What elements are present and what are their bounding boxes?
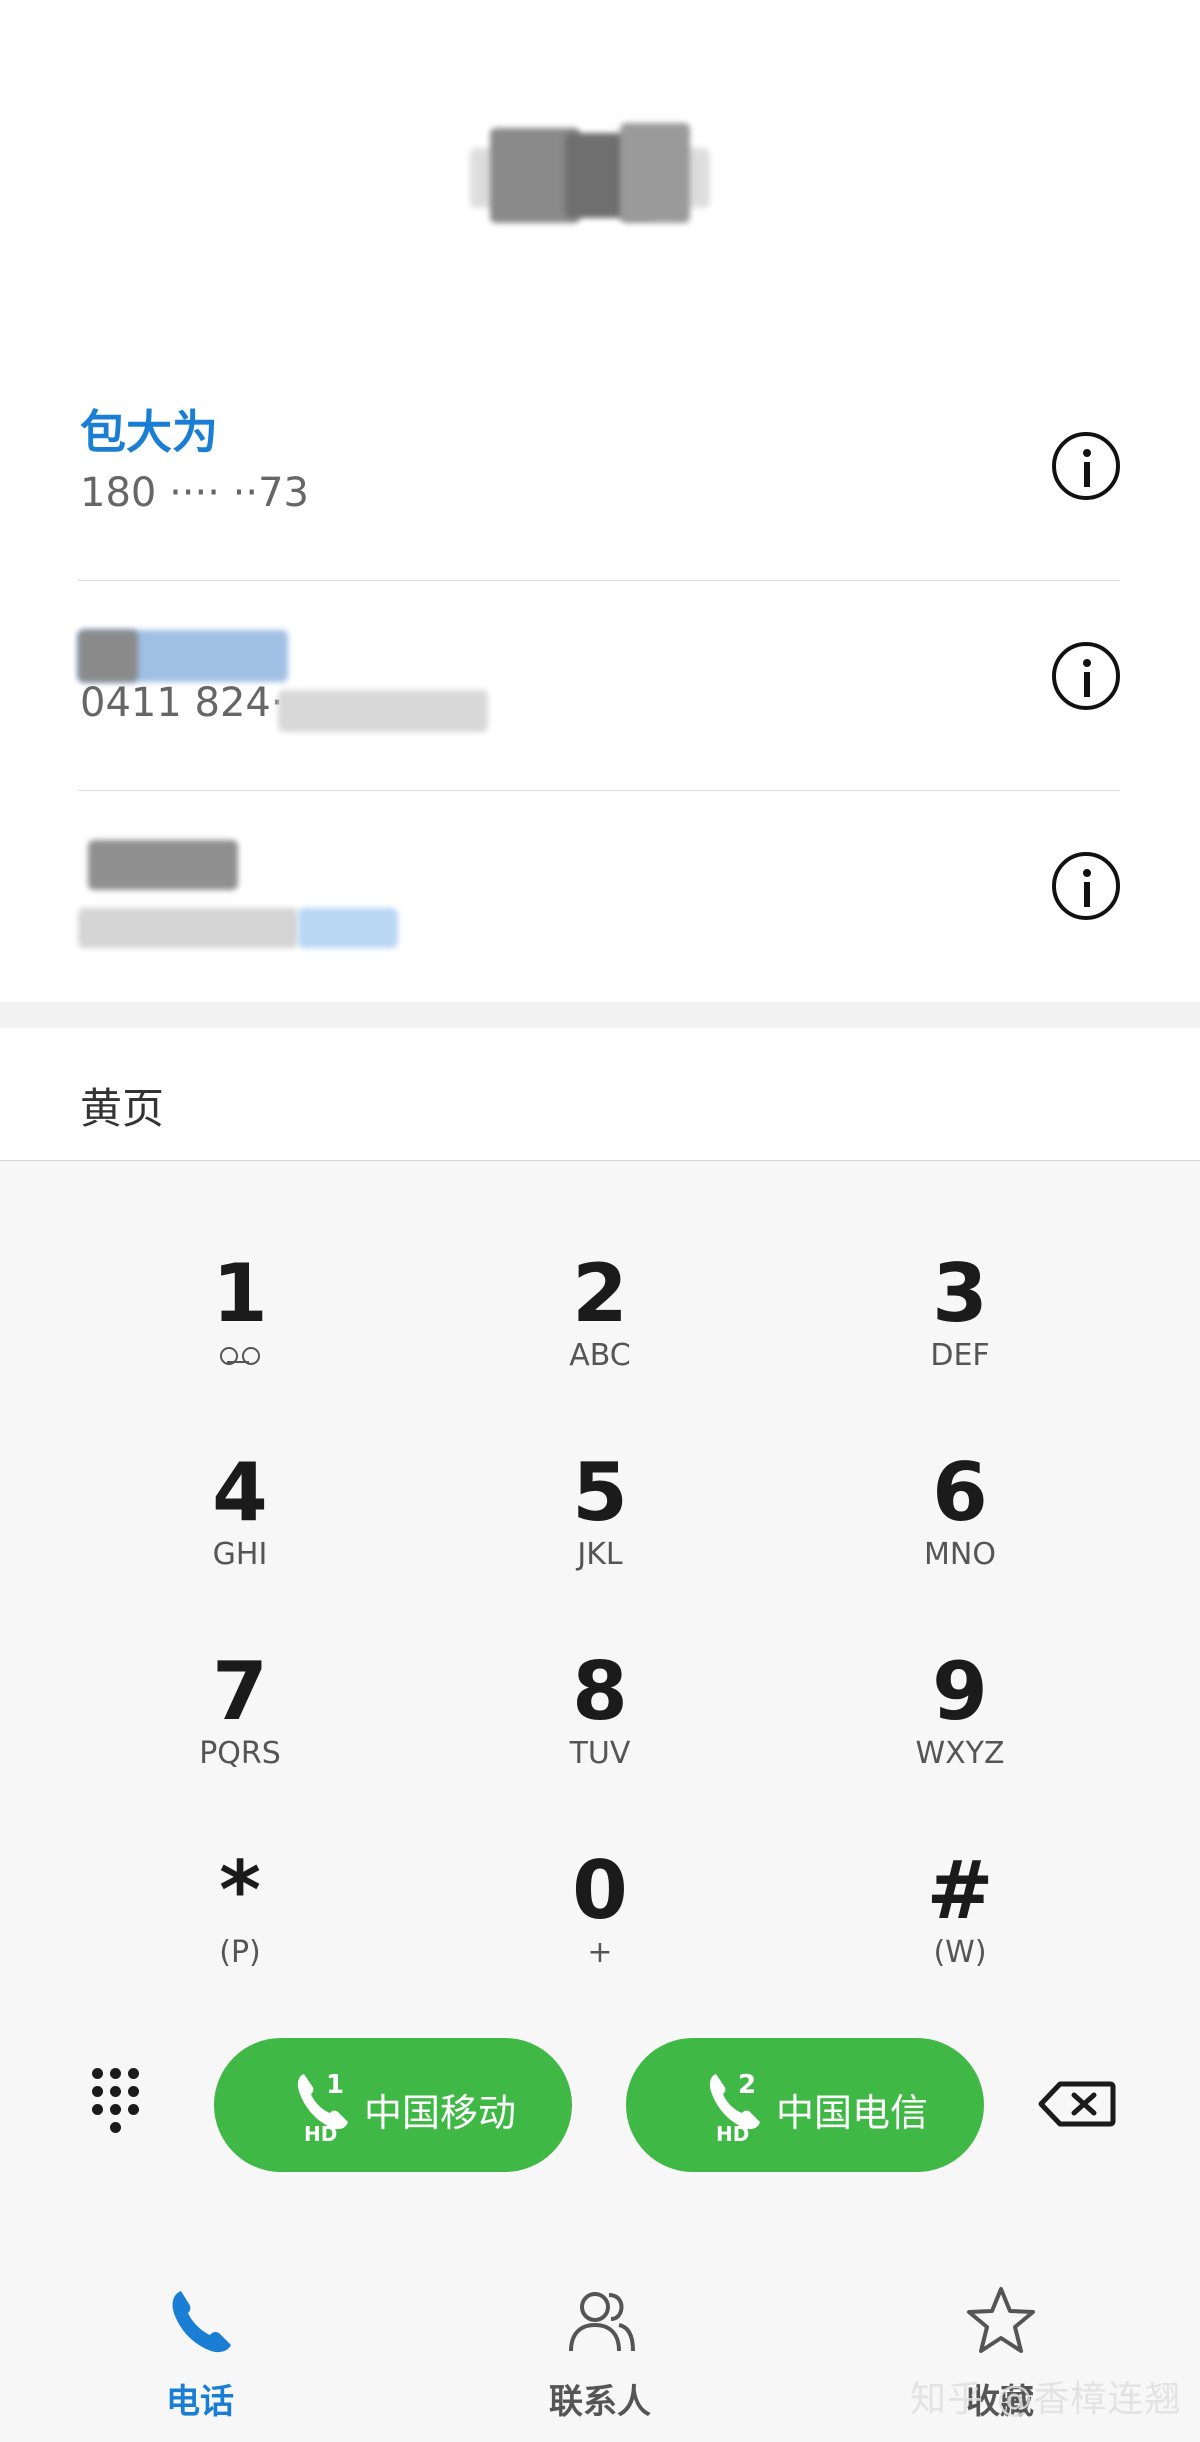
key-digit: 3 [932, 1247, 988, 1340]
section-divider [0, 1002, 1200, 1028]
key-letters: MNO [924, 1537, 996, 1572]
key-hash[interactable]: # (W) [780, 1825, 1140, 2015]
key-digit: 4 [212, 1446, 268, 1539]
key-0[interactable]: 0 + [420, 1825, 780, 2015]
key-digit: 0 [572, 1844, 628, 1937]
key-digit: # [926, 1844, 994, 1937]
nav-label: 联系人 [549, 2382, 651, 2422]
key-letters: DEF [930, 1338, 990, 1373]
contact-suggestion[interactable]: 0411 824· ···· [78, 580, 1120, 791]
carrier-label: 中国移动 [364, 2091, 517, 2135]
key-5[interactable]: 5 JKL [420, 1427, 780, 1617]
key-letters: JKL [577, 1537, 623, 1572]
key-letters: + [587, 1935, 613, 1970]
star-icon [967, 2287, 1035, 2353]
sim-number: 2 [738, 2070, 757, 2100]
watermark: 知乎 @香樟连翘 [910, 2379, 1182, 2420]
dialed-number-display [470, 118, 710, 228]
nav-label: 电话 [166, 2382, 234, 2422]
key-digit: 2 [572, 1247, 628, 1340]
key-3[interactable]: 3 DEF [780, 1228, 1140, 1418]
key-letters: WXYZ [915, 1736, 1005, 1771]
key-8[interactable]: 8 TUV [420, 1626, 780, 1816]
key-1[interactable]: 1 [60, 1228, 420, 1418]
sim-number: 1 [326, 2070, 345, 2100]
key-digit: 7 [212, 1645, 268, 1738]
contacts-icon [569, 2292, 635, 2352]
contact-number: 180 ···· ··73 [80, 470, 309, 516]
backspace-icon[interactable] [1038, 2080, 1116, 2128]
key-digit: 9 [932, 1645, 988, 1738]
nav-contacts-tab[interactable]: 联系人 [480, 2280, 720, 2422]
redacted-number [78, 908, 298, 948]
key-digit: * [219, 1844, 261, 1937]
hd-badge: HD [304, 2122, 338, 2146]
contact-suggestion[interactable]: 包大为 180 ···· ··73 [78, 370, 1120, 581]
contact-suggestion[interactable] [78, 790, 1120, 1000]
hd-badge: HD [716, 2122, 750, 2146]
key-letters: TUV [569, 1736, 631, 1771]
carrier-label: 中国电信 [776, 2091, 929, 2135]
contact-name: 包大为 [80, 405, 218, 459]
key-6[interactable]: 6 MNO [780, 1427, 1140, 1617]
key-letters: GHI [212, 1537, 268, 1572]
key-digit: 6 [932, 1446, 988, 1539]
phone-icon [172, 2291, 231, 2353]
key-digit: 8 [572, 1645, 628, 1738]
key-digit: 5 [572, 1446, 628, 1539]
key-7[interactable]: 7 PQRS [60, 1626, 420, 1816]
key-letters: (P) [219, 1935, 261, 1970]
redacted-name [88, 840, 238, 890]
key-digit: 1 [212, 1247, 268, 1340]
call-sim1-button[interactable]: 1 HD 中国移动 [214, 2038, 572, 2172]
voicemail-icon [60, 1338, 420, 1374]
key-9[interactable]: 9 WXYZ [780, 1626, 1140, 1816]
key-2[interactable]: 2 ABC [420, 1228, 780, 1418]
key-letters: PQRS [199, 1736, 281, 1771]
nav-phone-tab[interactable]: 电话 [80, 2280, 320, 2422]
call-sim2-button[interactable]: 2 HD 中国电信 [626, 2038, 984, 2172]
key-4[interactable]: 4 GHI [60, 1427, 420, 1617]
keypad-toggle-icon[interactable] [92, 2068, 158, 2134]
info-icon[interactable] [1052, 432, 1120, 500]
key-star[interactable]: * (P) [60, 1825, 420, 2015]
info-icon[interactable] [1052, 642, 1120, 710]
info-icon[interactable] [1052, 852, 1120, 920]
key-letters: (W) [933, 1935, 987, 1970]
yellow-pages-link[interactable]: 黄页 [80, 1075, 164, 1136]
key-letters: ABC [569, 1338, 631, 1373]
